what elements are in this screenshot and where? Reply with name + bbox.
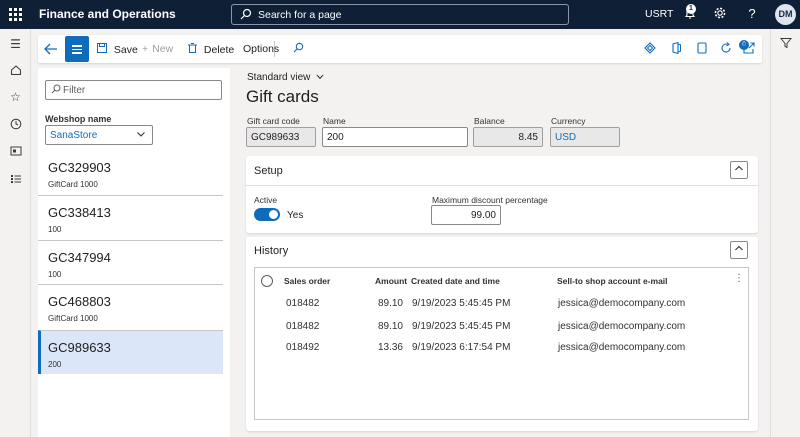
select-all-radio[interactable] xyxy=(261,275,273,287)
chevron-down-icon xyxy=(316,72,324,83)
left-navigation: ☰ ☆ xyxy=(0,29,31,437)
search-placeholder: Search for a page xyxy=(258,9,342,21)
plus-icon: + xyxy=(142,43,149,55)
clock-icon[interactable] xyxy=(8,118,23,133)
office-icon[interactable] xyxy=(669,41,683,56)
avatar[interactable]: DM xyxy=(775,4,796,25)
delete-button[interactable]: Delete xyxy=(188,43,234,56)
history-grid: Sales order Amount Created date and time… xyxy=(254,267,749,420)
balance-label: Balance xyxy=(474,116,505,126)
webshop-name-label: Webshop name xyxy=(45,114,112,124)
divider xyxy=(246,185,758,186)
filter-icon[interactable] xyxy=(779,37,793,52)
name-field[interactable]: 200 xyxy=(322,127,468,147)
right-filter-bar xyxy=(770,29,800,437)
list-item[interactable]: GC329903 GiftCard 1000 xyxy=(38,151,223,195)
name-label: Name xyxy=(323,116,346,126)
details-pane: Standard view Gift cards Gift card code … xyxy=(231,68,763,437)
home-icon[interactable] xyxy=(8,64,23,79)
column-header-email[interactable]: Sell-to shop account e-mail xyxy=(557,276,668,286)
gear-icon[interactable] xyxy=(712,6,728,22)
chevron-down-icon xyxy=(136,129,146,141)
column-header-created[interactable]: Created date and time xyxy=(411,276,500,286)
list-item[interactable]: GC468803 GiftCard 1000 xyxy=(38,284,223,328)
search-icon xyxy=(240,8,252,23)
webshop-name-value: SanaStore xyxy=(50,130,98,141)
help-icon[interactable]: ? xyxy=(744,6,760,22)
gift-card-code-label: Gift card code xyxy=(247,116,300,126)
max-discount-field[interactable]: 99.00 xyxy=(431,205,501,225)
currency-field[interactable]: USD xyxy=(550,127,620,147)
currency-label: Currency xyxy=(551,116,586,126)
search-icon[interactable] xyxy=(291,42,305,56)
setup-title[interactable]: Setup xyxy=(254,165,283,177)
list-item[interactable]: GC338413 100 xyxy=(38,195,223,239)
trash-icon xyxy=(188,43,200,56)
app-title[interactable]: Finance and Operations xyxy=(39,7,176,21)
active-toggle[interactable] xyxy=(254,208,280,221)
refresh-icon[interactable] xyxy=(719,42,733,56)
page-title: Gift cards xyxy=(246,87,319,106)
history-title[interactable]: History xyxy=(254,245,288,257)
hamburger-icon[interactable]: ☰ xyxy=(8,37,23,52)
setup-section: Setup Active Yes Maximum discount percen… xyxy=(246,156,758,233)
column-header-amount[interactable]: Amount xyxy=(375,276,407,286)
filter-placeholder: Filter xyxy=(63,85,86,96)
max-discount-label: Maximum discount percentage xyxy=(432,195,548,205)
save-button[interactable]: Save xyxy=(97,43,138,56)
chevron-up-icon[interactable] xyxy=(730,241,748,259)
column-header-sales-order[interactable]: Sales order xyxy=(284,276,330,286)
star-icon[interactable]: ☆ xyxy=(8,90,23,105)
history-section: History Sales order Amount Created date … xyxy=(246,237,758,431)
top-bar: Finance and Operations Search for a page… xyxy=(0,0,800,29)
chevron-up-icon[interactable] xyxy=(730,161,748,179)
list-pane: Filter Webshop name SanaStore GC329903 G… xyxy=(38,68,230,437)
action-pane: Save + New Delete Options 0 xyxy=(38,35,762,63)
search-box[interactable]: Search for a page xyxy=(231,4,569,25)
list-item-selected[interactable]: GC989633 200 xyxy=(38,330,223,374)
app-launcher-icon[interactable] xyxy=(7,6,23,22)
active-label: Active xyxy=(254,195,278,205)
webshop-name-select[interactable]: SanaStore xyxy=(45,125,153,145)
options-tab[interactable]: Options xyxy=(243,43,279,55)
search-icon xyxy=(51,84,61,97)
balance-field[interactable]: 8.45 xyxy=(473,127,543,147)
power-apps-icon[interactable] xyxy=(643,42,657,56)
list-item[interactable]: GC347994 100 xyxy=(38,240,223,284)
gift-card-code-field[interactable]: GC989633 xyxy=(246,127,316,147)
filter-input[interactable]: Filter xyxy=(45,80,222,100)
open-in-new-window-icon[interactable] xyxy=(742,42,756,56)
modules-icon[interactable] xyxy=(8,173,23,188)
more-options-icon[interactable]: ⋮ xyxy=(734,273,744,284)
active-toggle-text: Yes xyxy=(287,210,304,221)
view-selector[interactable]: Standard view xyxy=(247,72,324,83)
notification-badge: 1 xyxy=(686,4,696,14)
new-button[interactable]: + New xyxy=(142,43,173,55)
attachment-icon[interactable] xyxy=(695,42,709,56)
workspace-icon[interactable] xyxy=(8,145,23,160)
save-icon xyxy=(97,43,110,56)
back-arrow-icon[interactable] xyxy=(44,42,58,58)
company-picker[interactable]: USRT xyxy=(645,8,673,20)
list-toggle-button[interactable] xyxy=(65,36,89,62)
